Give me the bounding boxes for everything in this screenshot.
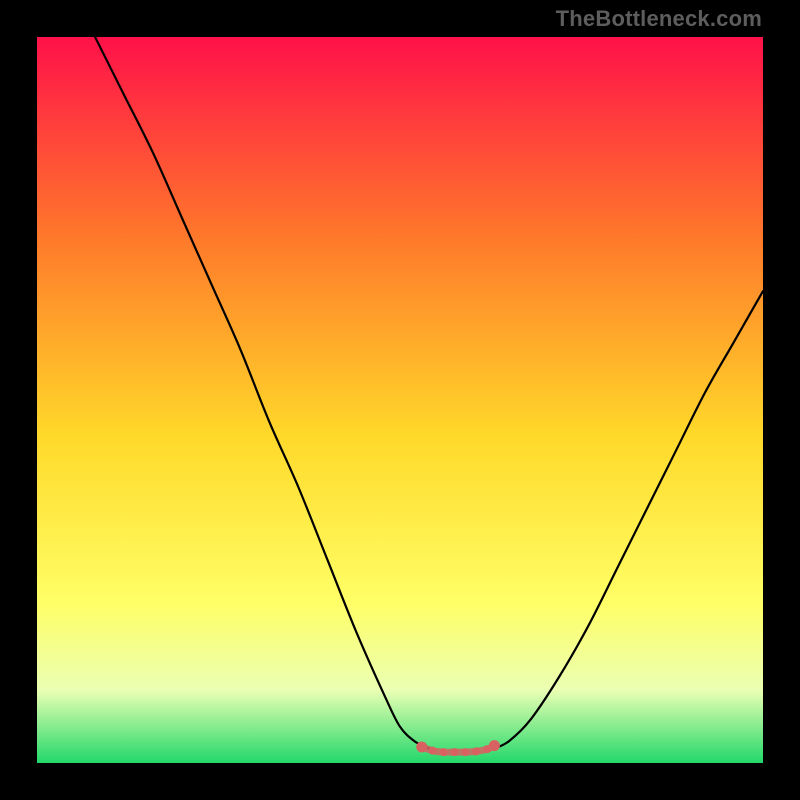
- valley-markers: [416, 740, 500, 756]
- curve-left: [95, 37, 429, 748]
- curve-layer: [37, 37, 763, 763]
- curve-right: [494, 291, 763, 748]
- chart-frame: TheBottleneck.com: [0, 0, 800, 800]
- plot-area: [37, 37, 763, 763]
- watermark-text: TheBottleneck.com: [556, 6, 762, 32]
